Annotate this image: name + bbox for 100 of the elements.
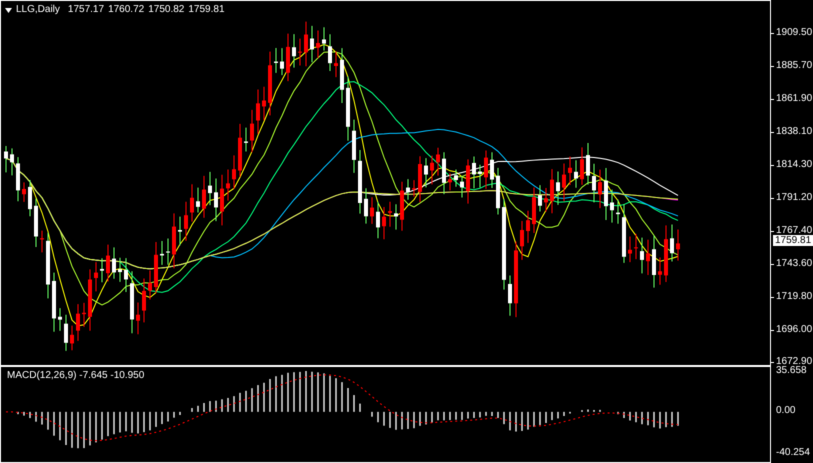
candlestick — [370, 196, 374, 224]
price-axis-label: 1885.70 — [776, 61, 812, 72]
candlestick — [202, 175, 206, 218]
candlestick — [484, 150, 488, 190]
candlestick — [676, 228, 680, 262]
candlestick — [40, 230, 44, 253]
candlestick — [634, 233, 638, 260]
candlestick — [610, 189, 614, 224]
candlestick — [298, 38, 302, 66]
candlestick — [604, 168, 608, 220]
candlestick — [430, 155, 434, 185]
candlestick — [100, 258, 104, 283]
candlestick — [646, 239, 650, 276]
candlestick — [190, 184, 194, 222]
candlestick — [196, 187, 200, 213]
price-axis-label: 1861.90 — [776, 94, 812, 104]
candlestick — [292, 34, 296, 68]
candlestick — [526, 210, 530, 244]
candlestick — [130, 270, 134, 334]
candlestick — [238, 123, 242, 178]
candlestick — [328, 34, 332, 72]
ohlc-value: 1757.17 — [68, 5, 104, 15]
candlestick — [10, 148, 14, 176]
candlestick — [520, 220, 524, 260]
candlestick — [274, 48, 278, 74]
macd-axis-label: -40.254 — [776, 448, 810, 458]
candlestick — [670, 224, 674, 262]
candlestick — [256, 89, 260, 135]
candlestick — [58, 308, 62, 332]
candlestick — [394, 204, 398, 230]
candlestick — [640, 237, 644, 274]
price-axis-label: 1719.80 — [776, 292, 812, 302]
candlestick — [64, 314, 68, 352]
candlestick — [52, 272, 56, 332]
macd-axis-label: 0.00 — [776, 406, 796, 416]
candlestick — [574, 160, 578, 188]
candlestick — [598, 169, 602, 209]
candlestick — [382, 206, 386, 240]
candlestick — [310, 25, 314, 63]
current-price-label: 1759.81 — [773, 235, 813, 246]
candlestick — [220, 174, 224, 226]
macd-axis-label: 35.658 — [776, 366, 807, 376]
candlestick — [286, 33, 290, 82]
candlestick — [334, 50, 338, 78]
candlestick — [82, 302, 86, 328]
candlestick — [124, 258, 128, 292]
candlestick — [460, 175, 464, 198]
candlestick — [250, 109, 254, 153]
candlestick — [532, 187, 536, 234]
price-axis-label: 1696.00 — [776, 324, 812, 335]
candlestick — [88, 268, 92, 332]
macd-title: MACD(12,26,9) -7.645 -10.950 — [7, 371, 144, 381]
candlestick — [616, 199, 620, 224]
candlestick — [214, 178, 218, 222]
price-axis-label: 1767.40 — [776, 226, 812, 236]
candlestick — [424, 158, 428, 188]
candlestick — [346, 76, 350, 142]
candlestick — [586, 142, 590, 186]
candlestick — [22, 182, 26, 202]
candlestick — [490, 152, 494, 189]
price-axis-label: 1909.50 — [776, 28, 812, 38]
candlestick — [550, 168, 554, 214]
price-axis-label: 1838.10 — [776, 127, 812, 138]
candlestick — [118, 257, 122, 282]
ohlc-value: 1760.72 — [108, 5, 144, 15]
candlestick — [244, 127, 248, 152]
ohlc-value: 1750.82 — [148, 5, 184, 15]
symbol-label: LLG,Daily — [16, 5, 60, 15]
candlestick — [436, 147, 440, 176]
candlestick — [142, 278, 146, 323]
candlestick — [340, 48, 344, 104]
candlestick — [46, 232, 50, 299]
candlestick — [352, 119, 356, 174]
candlestick — [466, 158, 470, 204]
candlestick — [232, 154, 236, 190]
price-axis-label: 1791.20 — [776, 192, 812, 202]
candlestick — [34, 198, 38, 248]
candlestick — [400, 181, 404, 232]
candlestick — [442, 152, 446, 195]
candlestick — [628, 236, 632, 263]
candlestick — [358, 150, 362, 214]
candlestick — [16, 156, 20, 202]
candlestick — [136, 302, 140, 335]
candlestick — [4, 145, 8, 173]
candlestick — [508, 275, 512, 316]
candlestick — [472, 156, 476, 189]
candlestick — [112, 246, 116, 280]
ohlc-value: 1759.81 — [188, 5, 225, 15]
candlestick — [178, 216, 182, 246]
candlestick — [94, 262, 98, 292]
candlestick — [412, 180, 416, 198]
candlestick — [28, 179, 32, 217]
candlestick — [160, 240, 164, 266]
candlestick — [478, 164, 482, 188]
candlestick — [304, 21, 308, 67]
candlestick — [544, 187, 548, 212]
candlestick — [280, 48, 284, 76]
dropdown-triangle-icon[interactable] — [5, 8, 12, 12]
candlestick — [226, 168, 230, 202]
candlestick — [448, 172, 452, 191]
